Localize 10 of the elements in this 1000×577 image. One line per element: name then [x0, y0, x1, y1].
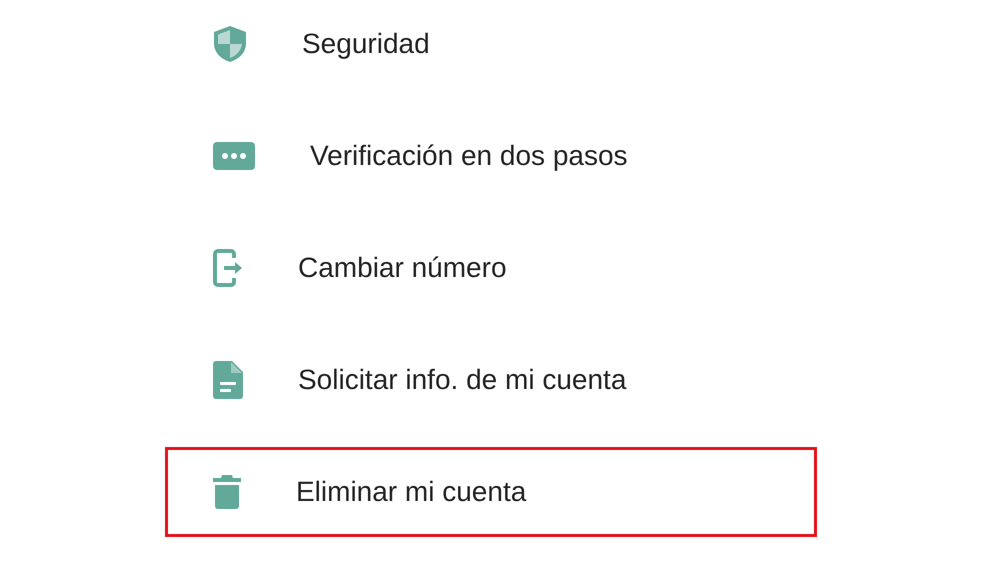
- trash-icon: [212, 474, 242, 510]
- menu-item-label[interactable]: Solicitar info. de mi cuenta: [298, 364, 626, 396]
- dots-icon: [212, 141, 256, 171]
- phone-arrow-icon: [212, 248, 244, 288]
- document-icon: [212, 360, 244, 400]
- menu-item-label[interactable]: Cambiar número: [298, 252, 507, 284]
- menu-item-label[interactable]: Eliminar mi cuenta: [296, 476, 526, 508]
- menu-item-label[interactable]: Seguridad: [302, 28, 430, 60]
- menu-item-label[interactable]: Verificación en dos pasos: [310, 140, 628, 172]
- shield-icon: [212, 25, 248, 63]
